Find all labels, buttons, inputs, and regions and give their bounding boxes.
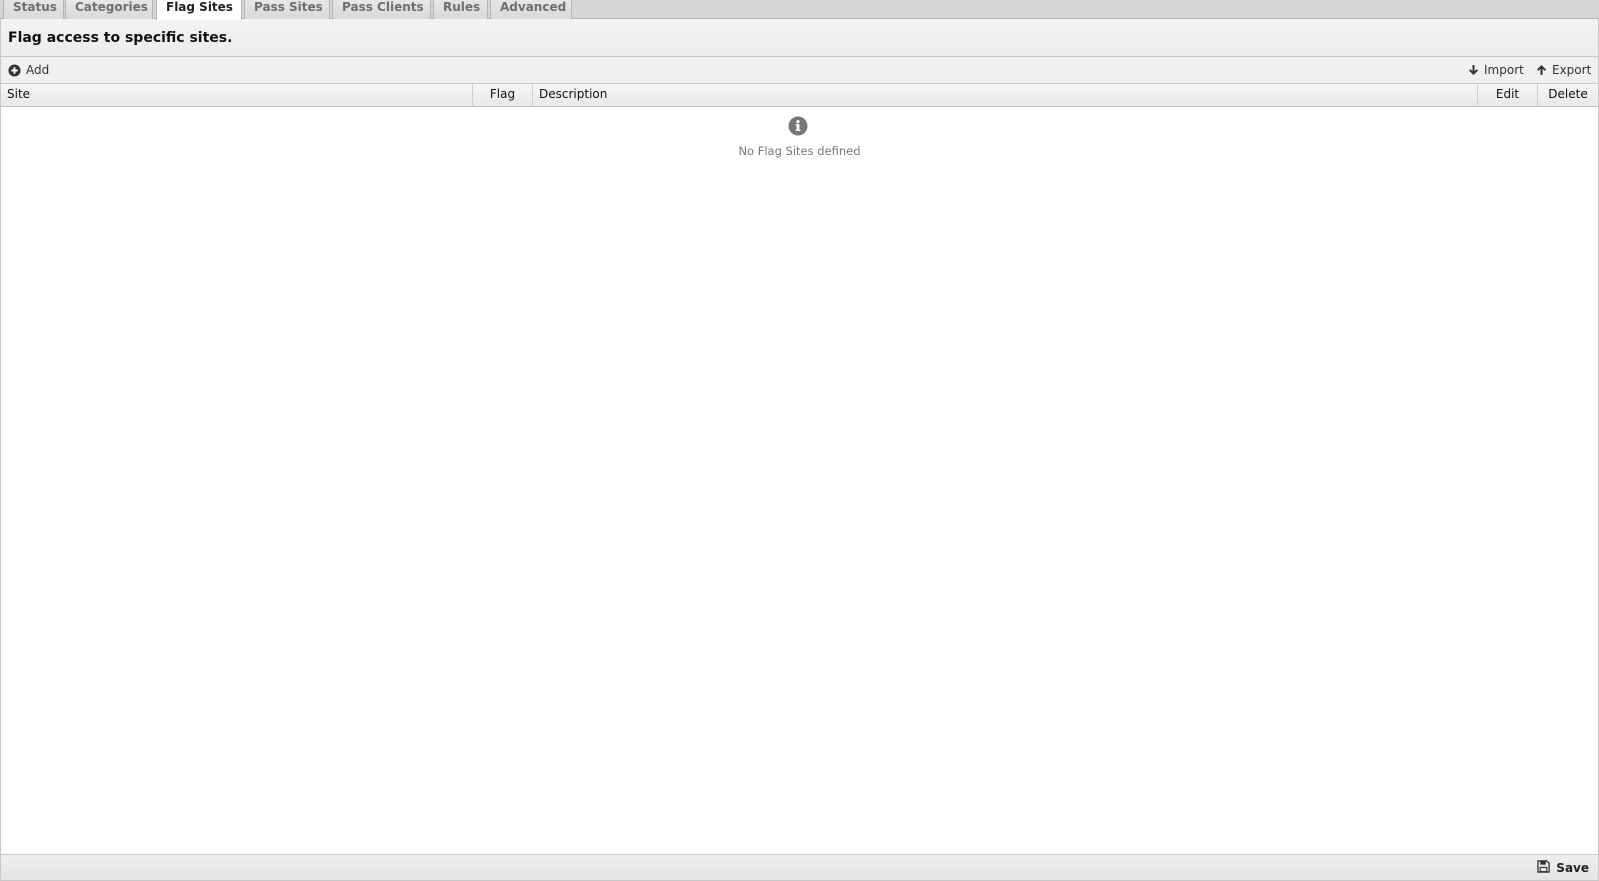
tab-categories[interactable]: Categories [65, 0, 153, 19]
flag-sites-panel: Flag access to specific sites. Add Impor… [0, 19, 1599, 881]
grid-header: Site Flag Description Edit Delete [1, 84, 1598, 107]
tab-label: Categories [75, 0, 148, 14]
column-label: Site [7, 87, 31, 101]
grid-toolbar: Add Import Export [1, 57, 1598, 84]
import-button[interactable]: Import [1468, 63, 1524, 77]
column-label: Flag [489, 87, 516, 101]
tab-label: Pass Clients [342, 0, 424, 14]
floppy-disk-icon [1537, 860, 1551, 876]
export-button[interactable]: Export [1536, 63, 1591, 77]
tab-pass-sites[interactable]: Pass Sites [244, 0, 330, 19]
column-header-site[interactable]: Site [1, 84, 473, 106]
arrow-up-icon [1536, 64, 1547, 76]
tab-label: Flag Sites [166, 0, 233, 14]
empty-message: No Flag Sites defined [738, 144, 861, 158]
save-button[interactable]: Save [1537, 860, 1589, 876]
tab-pass-clients[interactable]: Pass Clients [332, 0, 431, 19]
add-label: Add [26, 63, 50, 77]
panel-footer: Save [1, 854, 1598, 881]
panel-header: Flag access to specific sites. [1, 19, 1598, 57]
tab-label: Status [13, 0, 57, 14]
export-label: Export [1552, 63, 1592, 77]
tab-bar: Status Categories Flag Sites Pass Sites … [0, 0, 1599, 20]
tab-label: Rules [443, 0, 481, 14]
tab-status[interactable]: Status [3, 0, 64, 19]
empty-state: No Flag Sites defined [1, 116, 1598, 158]
column-header-description[interactable]: Description [533, 84, 1478, 106]
tab-advanced[interactable]: Advanced [490, 0, 572, 19]
tab-flag-sites[interactable]: Flag Sites [156, 0, 242, 20]
column-label: Delete [1548, 87, 1588, 101]
column-header-flag[interactable]: Flag [473, 84, 533, 106]
tab-rules[interactable]: Rules [433, 0, 488, 19]
arrow-down-icon [1468, 64, 1479, 76]
import-label: Import [1484, 63, 1524, 77]
page-title: Flag access to specific sites. [8, 30, 233, 46]
column-header-edit[interactable]: Edit [1478, 84, 1538, 106]
info-icon [788, 116, 808, 139]
tab-label: Pass Sites [254, 0, 323, 14]
plus-circle-icon [8, 63, 21, 77]
column-label: Description [539, 87, 608, 101]
save-label: Save [1556, 861, 1589, 875]
column-header-delete[interactable]: Delete [1538, 84, 1598, 106]
add-button[interactable]: Add [8, 63, 49, 77]
column-label: Edit [1495, 87, 1520, 101]
tab-label: Advanced [500, 0, 567, 14]
